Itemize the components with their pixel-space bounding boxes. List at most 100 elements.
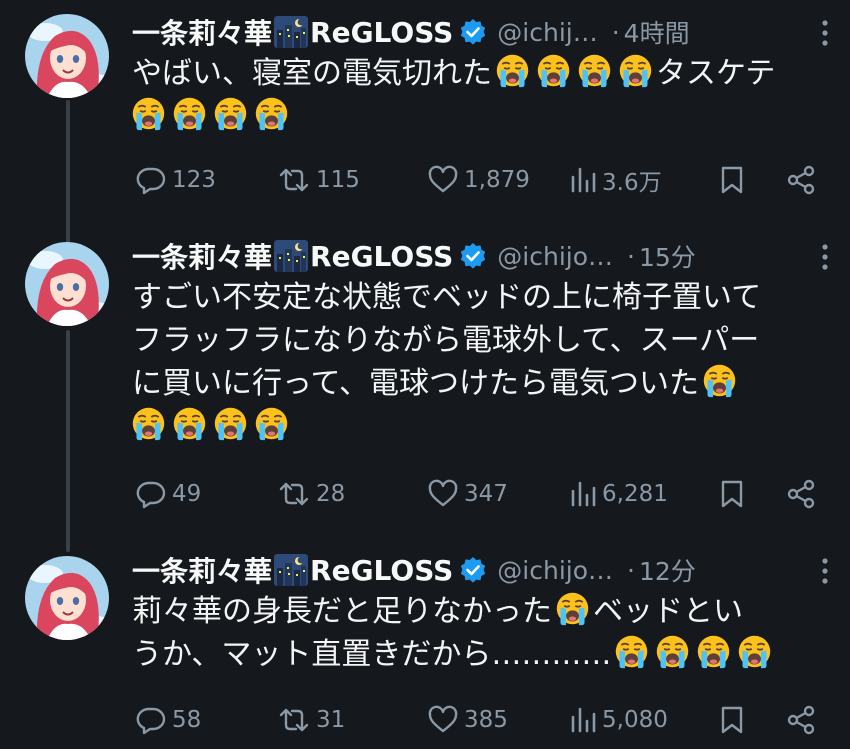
views-button[interactable]: 5,080 <box>570 702 668 738</box>
bookmark-icon <box>721 480 743 508</box>
like-count: 1,879 <box>464 167 530 193</box>
like-count: 347 <box>464 481 508 507</box>
repost-icon <box>279 708 309 732</box>
views-icon <box>571 707 596 733</box>
timestamp[interactable]: 4時間 <box>624 14 690 50</box>
crying-emoji-icon <box>212 405 249 442</box>
user-handle[interactable]: @ichij… <box>497 18 597 47</box>
user-handle[interactable]: @ichijo… <box>497 242 613 271</box>
night-city-emoji-icon <box>274 240 308 272</box>
share-button[interactable] <box>786 702 816 738</box>
bookmark-button[interactable] <box>720 476 744 512</box>
crying-emoji-icon <box>617 52 654 89</box>
share-icon <box>787 479 815 509</box>
tweet-header: 一条莉々華 ReGLOSS @ichij… · 4時間 <box>132 12 850 52</box>
crying-emoji-icon <box>576 52 613 89</box>
display-name[interactable]: 一条莉々華 <box>132 236 272 276</box>
display-name[interactable]: 一条莉々華 <box>132 12 272 52</box>
verified-badge-icon[interactable] <box>459 556 487 584</box>
display-name[interactable]: 一条莉々華 <box>132 550 272 590</box>
user-handle[interactable]: @ichijo… <box>497 556 613 585</box>
action-bar: 49 28 347 6,281 <box>132 476 832 512</box>
repost-button[interactable]: 28 <box>278 476 345 512</box>
repost-button[interactable]: 31 <box>278 702 345 738</box>
more-icon[interactable] <box>820 242 830 272</box>
like-count: 385 <box>464 707 508 733</box>
crying-emoji-icon <box>736 633 773 670</box>
crying-emoji-icon <box>701 362 738 399</box>
tweet-header: 一条莉々華 ReGLOSS @ichijo… · 15分 <box>132 236 850 276</box>
share-button[interactable] <box>786 162 816 198</box>
verified-badge-icon[interactable] <box>459 242 487 270</box>
repost-count: 28 <box>316 481 346 507</box>
separator-dot: · <box>627 241 635 271</box>
display-name-group[interactable]: ReGLOSS <box>310 554 453 587</box>
bookmark-button[interactable] <box>720 162 744 198</box>
more-icon[interactable] <box>820 556 830 586</box>
reply-icon <box>136 481 166 509</box>
avatar[interactable] <box>25 556 109 640</box>
crying-emoji-icon <box>695 633 732 670</box>
like-button[interactable]: 347 <box>428 476 508 512</box>
timestamp[interactable]: 15分 <box>639 238 696 274</box>
crying-emoji-icon <box>554 590 591 627</box>
crying-emoji-icon <box>253 405 290 442</box>
reply-count: 58 <box>172 707 202 733</box>
crying-emoji-icon <box>253 95 290 132</box>
more-icon[interactable] <box>820 18 830 48</box>
reply-button[interactable]: 58 <box>136 702 201 738</box>
crying-emoji-icon <box>613 633 650 670</box>
crying-emoji-icon <box>130 405 167 442</box>
tweet-text-line: に買いに行って、電球つけたら電気ついた <box>132 366 699 401</box>
tweet-text-line: タスケテ <box>656 56 776 91</box>
tweet-text: やばい、寝室の電気切れた タスケテ <box>132 52 832 138</box>
bookmark-icon <box>721 166 743 194</box>
reply-button[interactable]: 49 <box>136 476 201 512</box>
crying-emoji-icon <box>130 95 167 132</box>
reply-icon <box>136 167 166 195</box>
share-button[interactable] <box>786 476 816 512</box>
reply-count: 49 <box>172 481 202 507</box>
repost-button[interactable]: 115 <box>278 162 360 198</box>
like-button[interactable]: 385 <box>428 702 508 738</box>
tweet-text-line: フラッフラになりながら電球外して、スーパー <box>132 323 760 358</box>
like-icon <box>428 705 458 733</box>
crying-emoji-icon <box>171 95 208 132</box>
tweet-text: 莉々華の身長だと足りなかった ベッドとい うか、マット直置きだから………… <box>132 590 832 676</box>
view-count: 5,080 <box>602 707 668 733</box>
like-icon <box>428 165 458 193</box>
thread: 一条莉々華 ReGLOSS @ichij… · 4時間 やばい、寝室の電気切れた… <box>0 0 850 749</box>
like-button[interactable]: 1,879 <box>428 162 530 198</box>
night-city-emoji-icon <box>274 554 308 586</box>
view-count: 3.6万 <box>602 170 662 196</box>
view-count: 6,281 <box>602 481 668 507</box>
tweet-text-line: 莉々華の身長だと足りなかった <box>132 594 552 629</box>
display-name-group[interactable]: ReGLOSS <box>310 16 453 49</box>
tweet-text: すごい不安定な状態でベッドの上に椅子置いて フラッフラになりながら電球外して、ス… <box>132 276 832 448</box>
share-icon <box>787 705 815 735</box>
bookmark-button[interactable] <box>720 702 744 738</box>
tweet-text-line: やばい、寝室の電気切れた <box>132 56 492 91</box>
action-bar: 123 115 1,879 3.6万 <box>132 162 832 198</box>
crying-emoji-icon <box>212 95 249 132</box>
crying-emoji-icon <box>535 52 572 89</box>
views-button[interactable]: 6,281 <box>570 476 668 512</box>
tweet[interactable]: 一条莉々華 ReGLOSS @ichijo… · 15分 すごい不安定な状態でベ… <box>0 228 850 528</box>
separator-dot: · <box>611 17 620 47</box>
display-name-group[interactable]: ReGLOSS <box>310 240 453 273</box>
crying-emoji-icon <box>171 405 208 442</box>
timestamp[interactable]: 12分 <box>639 552 696 588</box>
repost-icon <box>279 168 309 192</box>
avatar[interactable] <box>25 14 109 98</box>
avatar[interactable] <box>25 242 109 326</box>
tweet-text-line: すごい不安定な状態でベッドの上に椅子置いて <box>132 280 762 315</box>
tweet[interactable]: 一条莉々華 ReGLOSS @ichijo… · 12分 莉々華の身長だと足りな… <box>0 542 850 749</box>
verified-badge-icon[interactable] <box>459 18 487 46</box>
views-button[interactable]: 3.6万 <box>570 162 662 198</box>
crying-emoji-icon <box>494 52 531 89</box>
reply-button[interactable]: 123 <box>136 162 216 198</box>
tweet[interactable]: 一条莉々華 ReGLOSS @ichij… · 4時間 やばい、寝室の電気切れた… <box>0 0 850 220</box>
like-icon <box>428 479 458 507</box>
separator-dot: · <box>627 555 635 585</box>
views-icon <box>571 167 596 193</box>
